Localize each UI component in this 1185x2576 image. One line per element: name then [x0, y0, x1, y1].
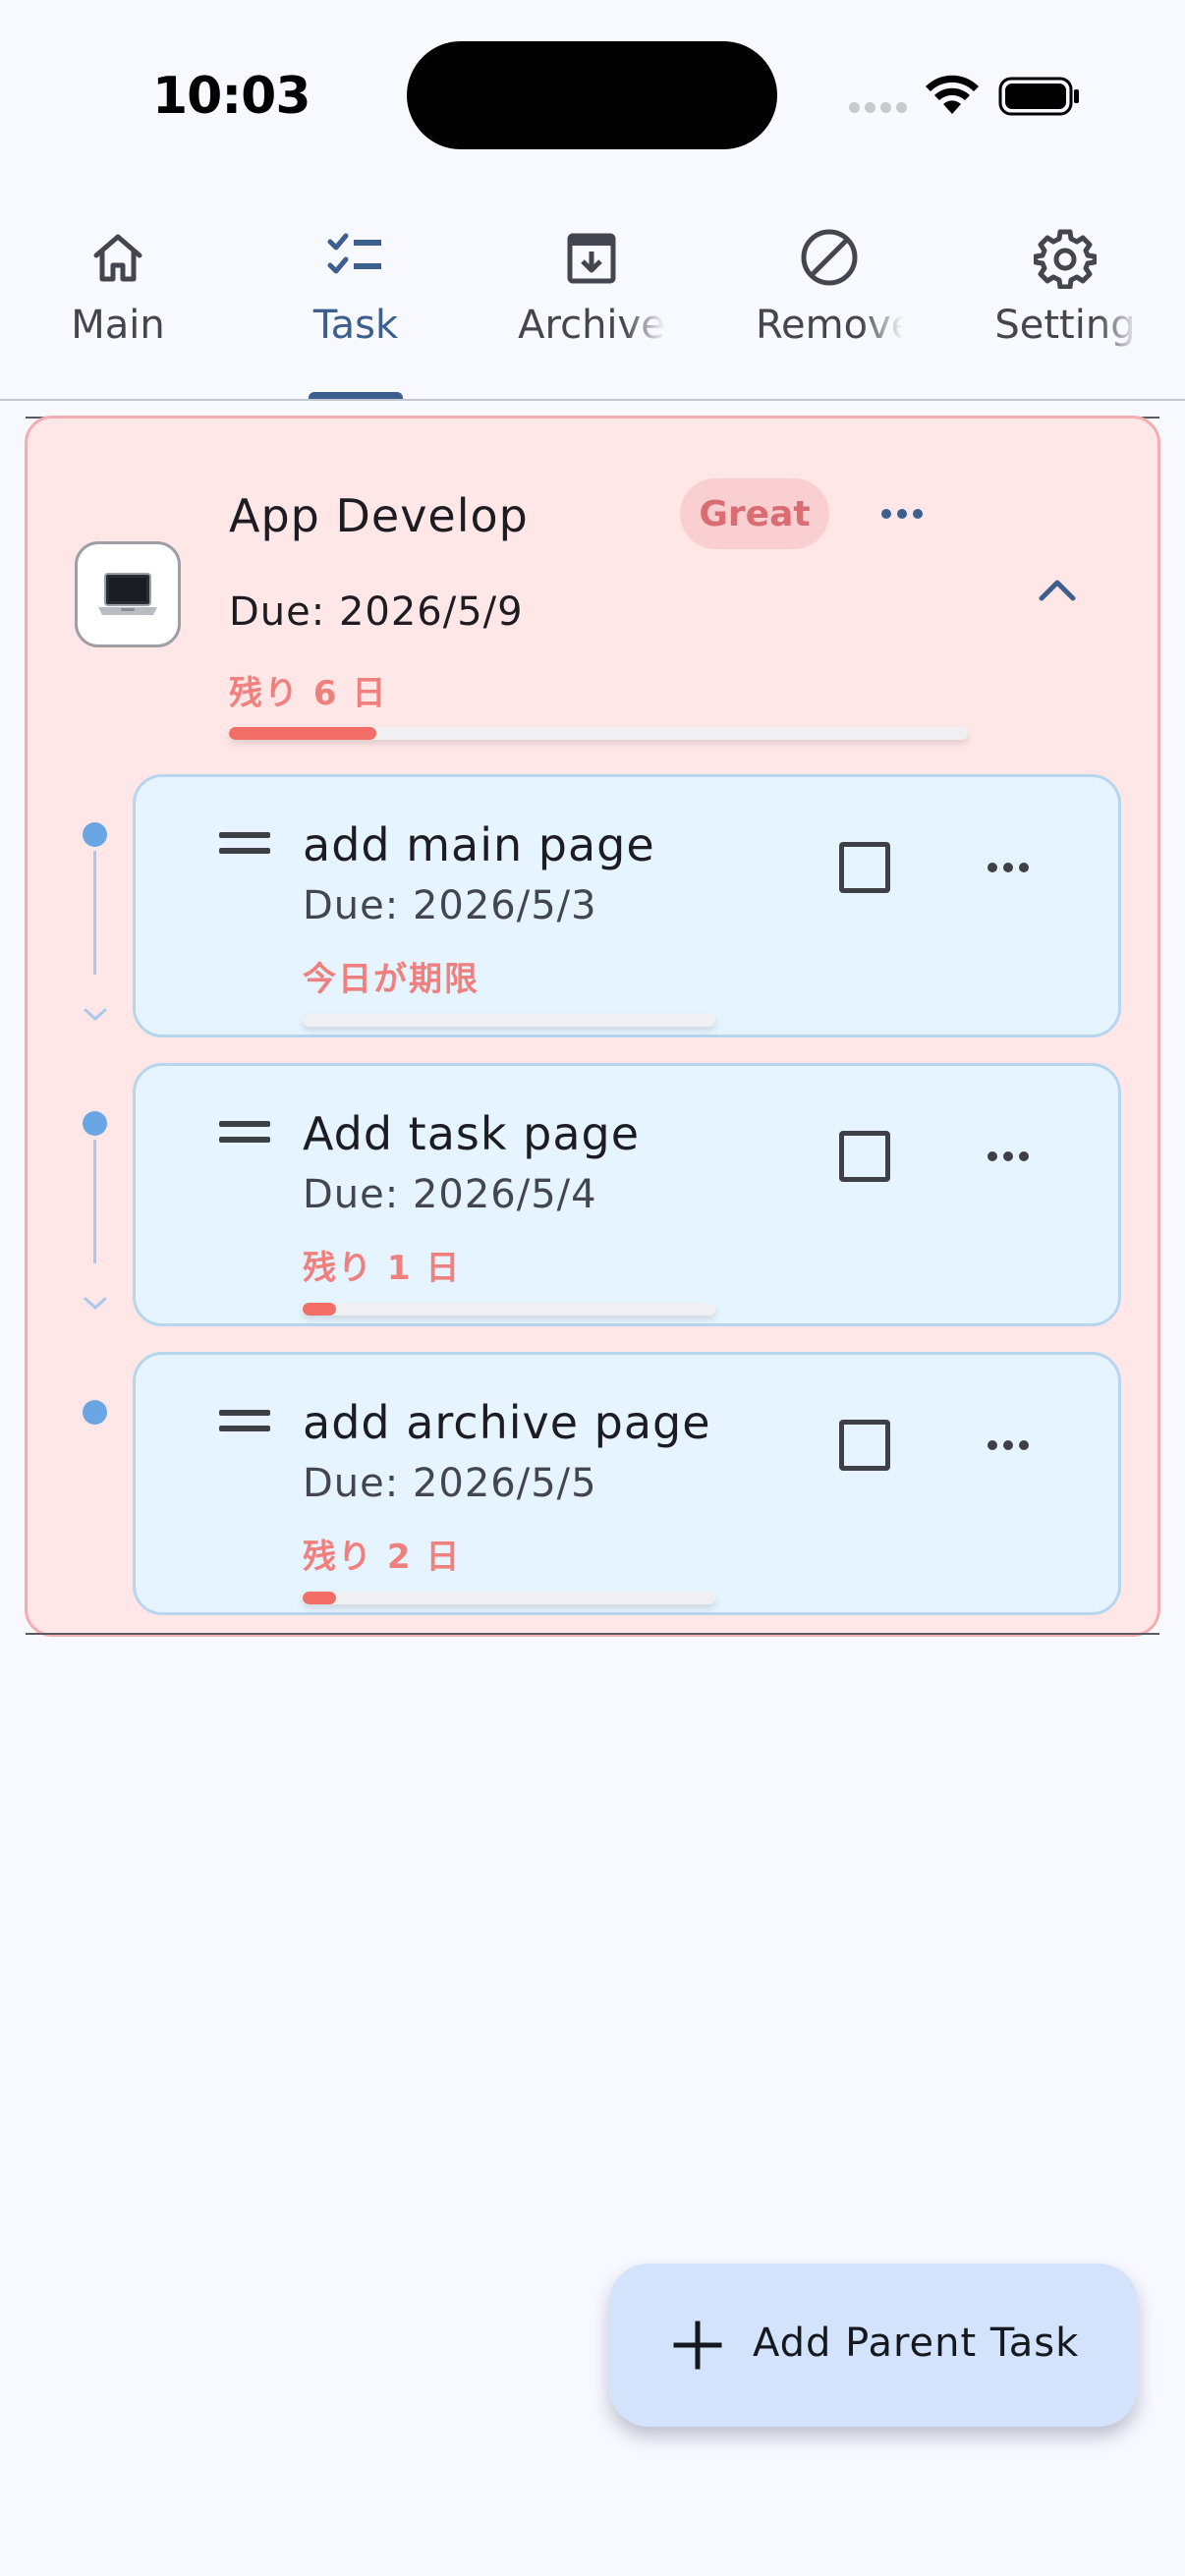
subtask-due: Due: 2026/5/3: [303, 883, 597, 928]
tab-remove-label: Remove: [756, 303, 903, 348]
subtask-due: Due: 2026/5/5: [303, 1461, 597, 1506]
parent-task-progress-fill: [229, 727, 377, 740]
timeline-dot: [83, 822, 107, 847]
archive-icon: [567, 233, 616, 284]
subtask-progress-fill: [303, 1592, 336, 1604]
subtask-progress: [303, 1014, 715, 1027]
plus-icon: [673, 2321, 722, 2370]
timeline-line: [93, 851, 96, 975]
timeline-dot: [83, 1111, 107, 1136]
tab-setting-label: Setting: [994, 303, 1136, 348]
add-parent-task-button[interactable]: Add Parent Task: [609, 2264, 1138, 2427]
parent-task-card[interactable]: App Develop Great Due: 2026/5/9 残り 6 日 a…: [25, 416, 1160, 1637]
timeline-line: [93, 1140, 96, 1263]
subtask-due: Due: 2026/5/4: [303, 1172, 597, 1217]
parent-task-remaining: 残り 6 日: [229, 674, 388, 713]
more-options-icon[interactable]: [979, 1137, 1038, 1176]
tab-setting[interactable]: Setting: [967, 216, 1163, 383]
subtask-checkbox[interactable]: [839, 1131, 890, 1182]
subtask-title: add main page: [303, 818, 655, 871]
chevron-down-icon: [84, 1297, 107, 1311]
subtask-remaining: 今日が期限: [303, 960, 480, 999]
more-options-icon[interactable]: [979, 848, 1038, 887]
drag-handle-icon[interactable]: [219, 832, 270, 856]
chevron-down-icon: [84, 1008, 107, 1022]
battery-icon: [998, 77, 1079, 116]
status-bar: 10:03: [0, 0, 1185, 187]
cellular-signal-icon: [849, 102, 908, 114]
wifi-icon: [926, 75, 979, 114]
tab-remove[interactable]: Remove: [731, 216, 928, 383]
subtask-progress: [303, 1303, 715, 1316]
parent-task-progress: [229, 727, 968, 740]
tab-bar: Main Task Archive Remove Setting: [0, 196, 1185, 401]
tab-task-label: Task: [312, 303, 399, 348]
chevron-up-icon[interactable]: [1030, 571, 1085, 610]
subtask-card[interactable]: add archive page Due: 2026/5/5 残り 2 日: [133, 1352, 1121, 1615]
subtask-checkbox[interactable]: [839, 842, 890, 893]
list-divider-bottom: [26, 1633, 1159, 1635]
timeline-dot: [83, 1400, 107, 1425]
checklist-icon: [327, 233, 381, 274]
drag-handle-icon[interactable]: [219, 1410, 270, 1433]
subtask-title: add archive page: [303, 1396, 711, 1449]
more-options-icon[interactable]: [979, 1426, 1038, 1465]
parent-task-due: Due: 2026/5/9: [229, 589, 524, 635]
home-icon: [93, 234, 142, 282]
tab-main-label: Main: [71, 303, 165, 348]
subtask-progress-fill: [303, 1303, 336, 1316]
tab-archive[interactable]: Archive: [493, 216, 690, 383]
more-options-icon[interactable]: [871, 489, 933, 538]
subtask-checkbox[interactable]: [839, 1420, 890, 1471]
add-parent-task-label: Add Parent Task: [753, 2321, 1080, 2366]
subtask-card[interactable]: Add task page Due: 2026/5/4 残り 1 日: [133, 1063, 1121, 1326]
status-badge: Great: [680, 478, 829, 549]
subtask-progress: [303, 1592, 715, 1604]
parent-task-title: App Develop: [229, 489, 529, 542]
subtask-remaining: 残り 1 日: [303, 1249, 462, 1288]
subtask-card[interactable]: add main page Due: 2026/5/3 今日が期限: [133, 774, 1121, 1037]
tab-divider: [0, 399, 1185, 401]
drag-handle-icon[interactable]: [219, 1121, 270, 1145]
block-icon: [801, 229, 858, 286]
subtask-title: Add task page: [303, 1107, 641, 1160]
tab-main[interactable]: Main: [20, 216, 216, 383]
tab-archive-label: Archive: [518, 303, 665, 348]
tab-task[interactable]: Task: [257, 216, 454, 383]
status-time: 10:03: [152, 67, 311, 126]
parent-task-avatar: [75, 541, 181, 647]
gear-icon: [1034, 229, 1097, 289]
laptop-icon: [98, 573, 157, 615]
dynamic-island: [407, 41, 777, 149]
subtask-remaining: 残り 2 日: [303, 1538, 462, 1577]
